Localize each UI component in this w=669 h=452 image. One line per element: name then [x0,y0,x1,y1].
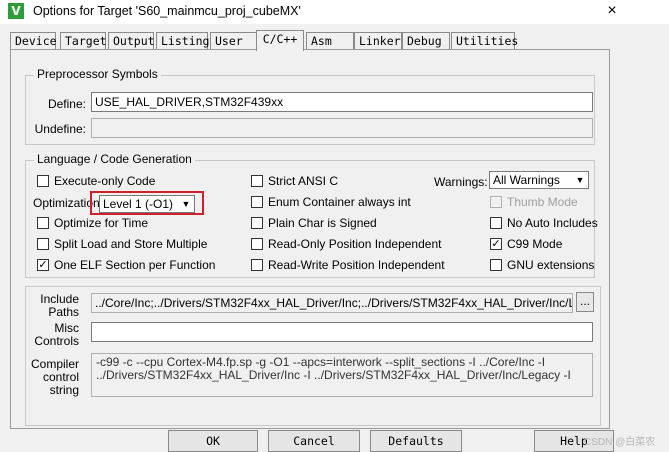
no-auto-includes-checkbox[interactable] [490,217,502,229]
gnu-extensions-label: GNU extensions [507,258,595,272]
close-icon[interactable]: × [600,0,624,22]
tab-utilities[interactable]: Utilities [451,32,518,49]
tab-linker[interactable]: Linker [354,32,402,49]
undefine-field[interactable] [91,118,593,138]
cancel-button[interactable]: Cancel [268,430,360,452]
c99-mode-label: C99 Mode [507,237,563,251]
thumb-mode-checkbox [490,196,502,208]
include-label-2: Paths [48,305,79,319]
include-paths-field[interactable]: ../Core/Inc;../Drivers/STM32F4xx_HAL_Dri… [91,293,573,313]
define-field[interactable]: USE_HAL_DRIVER,STM32F439xx [91,92,593,112]
optimize-time-checkbox[interactable] [37,217,49,229]
warnings-label: Warnings: [434,175,488,189]
compiler-label-2: control [42,370,79,384]
window-title: Options for Target 'S60_mainmcu_proj_cub… [33,4,301,18]
rw-position-label: Read-Write Position Independent [268,258,445,272]
one-elf-checkbox[interactable]: ✓ [37,259,49,271]
tab-debug[interactable]: Debug [402,32,450,49]
compiler-label-1: Compiler [30,357,79,371]
browse-include-button[interactable]: ... [576,292,594,312]
plain-char-label: Plain Char is Signed [268,216,377,230]
preprocessor-group-label: Preprocessor Symbols [34,67,161,81]
compiler-control-string[interactable]: -c99 -c --cpu Cortex-M4.fp.sp -g -O1 --a… [91,353,593,397]
enum-container-label: Enum Container always int [268,195,411,209]
strict-ansi-checkbox[interactable] [251,175,263,187]
keil-app-icon: V [8,3,24,19]
strict-ansi-label: Strict ANSI C [268,174,339,188]
split-load-checkbox[interactable] [37,238,49,250]
gnu-extensions-checkbox[interactable] [490,259,502,271]
define-label: Define: [47,97,86,111]
undefine-label: Undefine: [34,122,86,136]
highlight-box [90,191,204,215]
codegen-group-label: Language / Code Generation [34,152,195,166]
tab-user[interactable]: User [210,32,258,49]
no-auto-includes-label: No Auto Includes [507,216,598,230]
tab-device[interactable]: Device [10,32,57,49]
plain-char-checkbox[interactable] [251,217,263,229]
ro-position-label: Read-Only Position Independent [268,237,442,251]
split-load-label: Split Load and Store Multiple [54,237,208,251]
tab-asm[interactable]: Asm [306,32,354,49]
ro-position-checkbox[interactable] [251,238,263,250]
one-elf-label: One ELF Section per Function [54,258,216,272]
chevron-down-icon: ▼ [575,175,585,185]
optimize-time-label: Optimize for Time [54,216,149,230]
title-bar: V Options for Target 'S60_mainmcu_proj_c… [0,0,669,24]
enum-container-checkbox[interactable] [251,196,263,208]
rw-position-checkbox[interactable] [251,259,263,271]
csdn-watermark: CSDN @白菜农 [584,437,656,448]
warnings-select[interactable]: All Warnings ▼ [489,171,589,189]
include-label-1: Include [40,292,79,306]
tab-listing[interactable]: Listing [156,32,209,49]
tab-c-cpp[interactable]: C/C++ [256,30,304,51]
tab-output[interactable]: Output [108,32,155,49]
thumb-mode-label: Thumb Mode [507,195,578,209]
misc-label-1: Misc [54,321,79,335]
misc-label-2: Controls [34,334,79,348]
warnings-value: All Warnings [493,173,560,187]
execute-only-label: Execute-only Code [54,174,156,188]
execute-only-checkbox[interactable] [37,175,49,187]
tab-target[interactable]: Target [60,32,107,49]
defaults-button[interactable]: Defaults [370,430,462,452]
c99-mode-checkbox[interactable]: ✓ [490,238,502,250]
compiler-line-2: ../Drivers/STM32F4xx_HAL_Driver/Inc -I .… [96,368,571,382]
ok-button[interactable]: OK [168,430,258,452]
misc-controls-field[interactable] [91,322,593,342]
c-cpp-panel: Preprocessor Symbols Define: USE_HAL_DRI… [10,49,610,429]
compiler-label-3: string [49,383,79,397]
